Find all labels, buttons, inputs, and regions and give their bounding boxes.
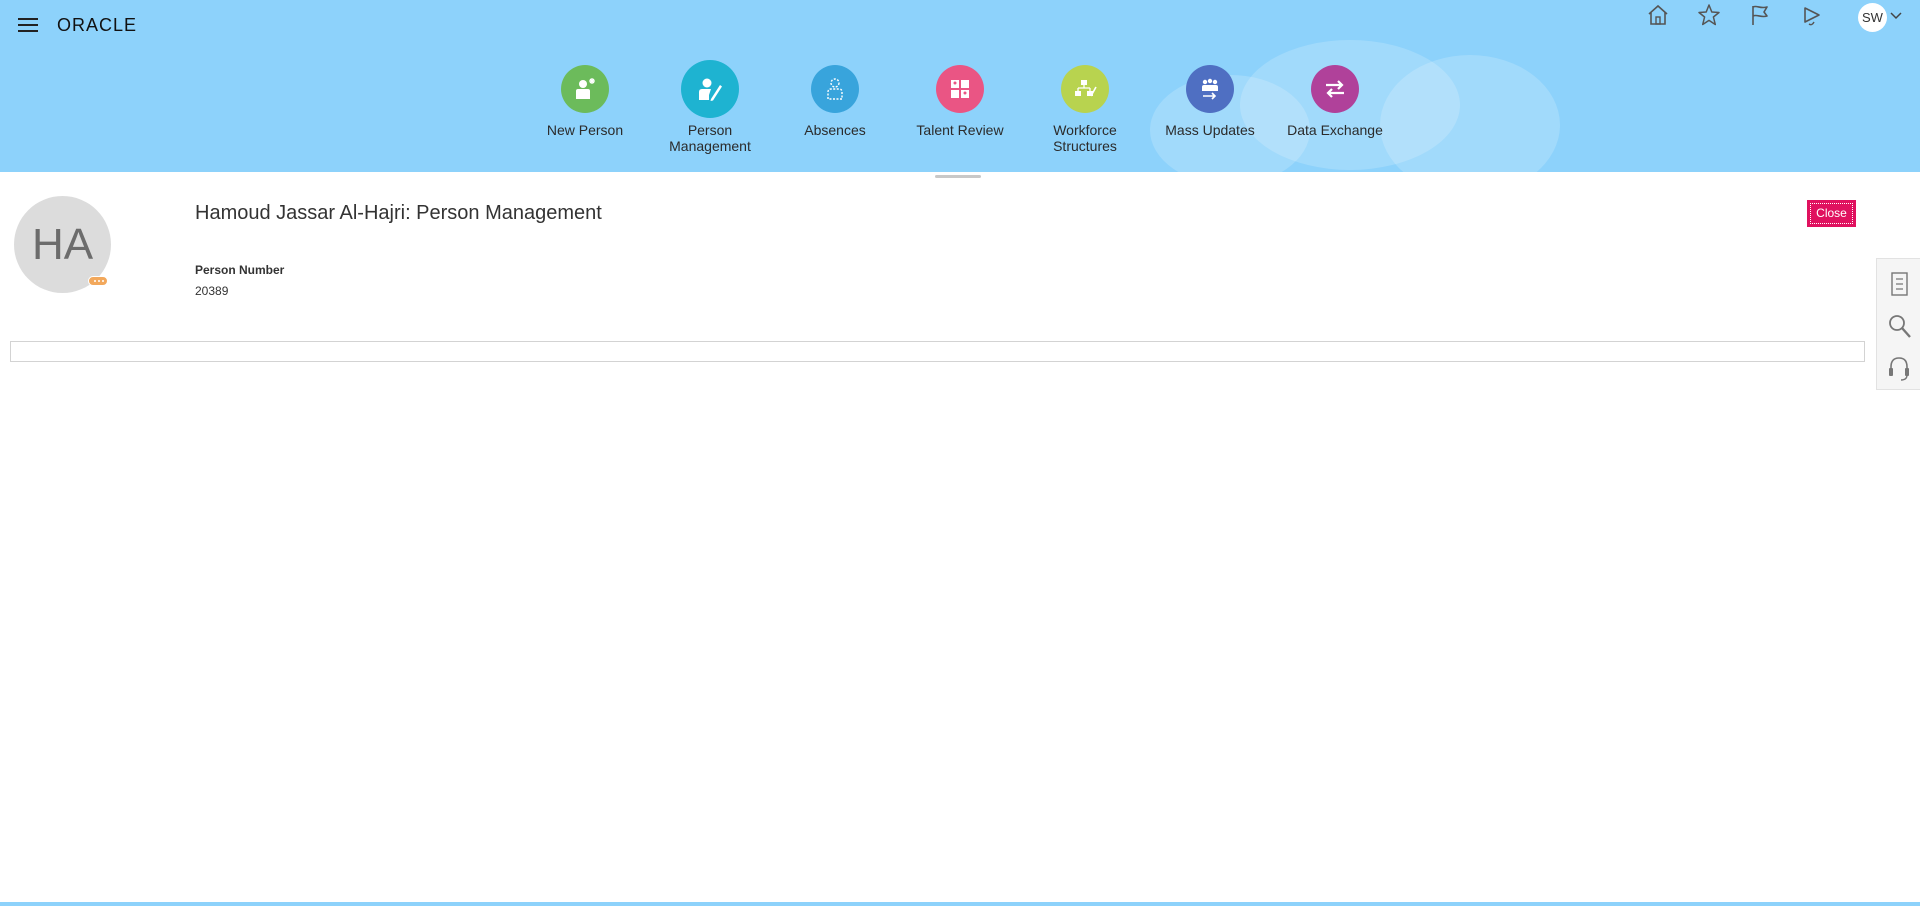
chevron-down-icon[interactable]: [1889, 8, 1903, 22]
app-label: Mass Updates: [1165, 122, 1255, 138]
favorites-star-icon[interactable]: [1694, 0, 1724, 30]
help-headset-icon[interactable]: [1885, 353, 1913, 383]
watchlist-flag-icon[interactable]: [1745, 0, 1775, 30]
app-data-exchange[interactable]: Data Exchange: [1275, 63, 1395, 138]
tasks-list-icon[interactable]: [1885, 269, 1913, 299]
side-panel: [1876, 258, 1920, 390]
workforce-structures-icon: [1061, 65, 1109, 113]
data-exchange-icon: [1311, 65, 1359, 113]
app-absences[interactable]: Absences: [775, 63, 895, 138]
absences-icon: [811, 65, 859, 113]
navigator-menu-icon[interactable]: [18, 17, 38, 33]
notifications-bell-icon[interactable]: [1796, 0, 1826, 30]
app-label: Absences: [804, 122, 866, 138]
home-icon[interactable]: [1643, 0, 1673, 30]
person-number-label: Person Number: [195, 263, 285, 277]
page-title: Hamoud Jassar Al-Hajri: Person Managemen…: [195, 202, 602, 224]
oracle-logo[interactable]: ORACLE: [57, 15, 137, 36]
springboard-collapse-handle[interactable]: [935, 175, 981, 178]
talent-review-icon: [936, 65, 984, 113]
search-icon[interactable]: [1885, 311, 1913, 341]
mass-updates-icon: [1186, 65, 1234, 113]
app-workforce-structures[interactable]: Workforce Structures: [1025, 63, 1145, 154]
app-label: Workforce Structures: [1053, 122, 1117, 154]
close-button[interactable]: Close: [1807, 200, 1856, 227]
app-label: Data Exchange: [1287, 122, 1383, 138]
app-talent-review[interactable]: Talent Review: [900, 63, 1020, 138]
app-new-person[interactable]: New Person: [525, 63, 645, 138]
app-person-management[interactable]: Person Management: [650, 60, 770, 154]
app-mass-updates[interactable]: Mass Updates: [1150, 63, 1270, 138]
new-person-icon: [561, 65, 609, 113]
app-label: Person Management: [669, 122, 751, 154]
more-info-icon[interactable]: [88, 276, 108, 286]
person-number-value: 20389: [195, 284, 229, 298]
app-label: New Person: [546, 122, 624, 138]
springboard-apps: New Person Person Management Absences Ta…: [0, 60, 1920, 163]
person-management-icon: [681, 60, 739, 118]
content-region: [10, 341, 1865, 362]
global-header: ORACLE SW New Person Person Management A…: [0, 0, 1920, 172]
app-label: Talent Review: [916, 122, 1004, 138]
page: ORACLE SW New Person Person Management A…: [0, 0, 1920, 906]
user-avatar[interactable]: SW: [1858, 3, 1887, 32]
footer-bar: [0, 902, 1920, 906]
